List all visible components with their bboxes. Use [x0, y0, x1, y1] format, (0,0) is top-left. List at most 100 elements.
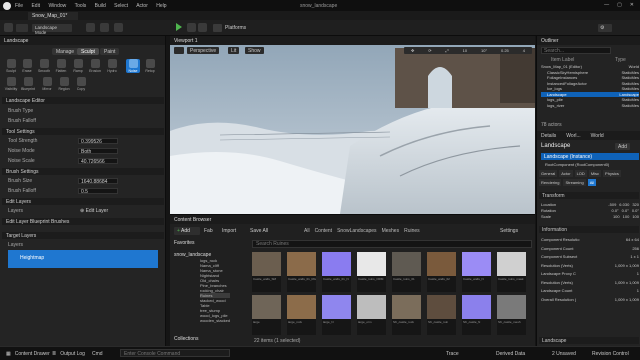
asset-tile[interactable]: large_orm	[357, 295, 386, 335]
root-component-row[interactable]: RootComponent (RootComponent0)	[545, 162, 609, 167]
filter-streaming[interactable]: Streaming	[563, 179, 586, 186]
rotate-icon[interactable]: ⟳	[428, 48, 431, 53]
tool-flatten[interactable]: Flatten	[54, 59, 68, 73]
angle-snap-value[interactable]: 10°	[481, 48, 487, 53]
settings-button[interactable]: ⚙	[598, 24, 612, 32]
lit-button[interactable]: Lit	[228, 47, 240, 54]
revision-control-button[interactable]: Revision Control	[592, 351, 629, 357]
minimize-icon[interactable]: —	[604, 2, 609, 8]
import-button[interactable]: Import	[222, 228, 236, 234]
content-settings-button[interactable]: Settings	[500, 228, 518, 234]
snap-icon[interactable]	[86, 23, 95, 32]
derived-data-button[interactable]: Derived Data	[496, 351, 525, 357]
asset-tile[interactable]: Castle_walls_N	[462, 252, 491, 292]
grid-snap-value[interactable]: 10	[463, 48, 467, 53]
asset-tile[interactable]: Castle_walls_01_RGH	[287, 252, 316, 292]
filter-misc[interactable]: Misc	[588, 170, 602, 177]
breadcrumb-content[interactable]: Content	[315, 228, 333, 234]
camera-speed-value[interactable]: 4	[523, 48, 525, 53]
cinematics-icon[interactable]	[114, 23, 123, 32]
col-item-label[interactable]: Item Label	[551, 57, 574, 63]
menu-help[interactable]: Help	[156, 3, 166, 9]
noise-scale-field[interactable]: 40.726566	[78, 158, 118, 165]
filter-all[interactable]: All	[587, 179, 597, 186]
viewport-options-icon[interactable]	[174, 47, 184, 54]
tool-erase[interactable]: Erase	[20, 59, 34, 73]
platforms-icon[interactable]	[213, 24, 222, 32]
tool-hydro[interactable]: Hydro	[105, 59, 119, 73]
asset-tile[interactable]: SK_castle_mesh	[497, 295, 526, 335]
viewport[interactable]	[170, 36, 535, 214]
asset-tile[interactable]: SK_castle_N	[462, 295, 491, 335]
asset-tile[interactable]: large_rock	[287, 295, 316, 335]
breadcrumb-all[interactable]: All	[304, 228, 310, 234]
filter-physics[interactable]: Physics	[603, 170, 621, 177]
asset-tile[interactable]: SK_castle_rock	[392, 295, 421, 335]
add-edit-layer-button[interactable]: ⊕ Edit Layer	[80, 208, 108, 214]
menu-tools[interactable]: Tools	[75, 3, 87, 9]
unsaved-button[interactable]: 2 Unsaved	[552, 351, 576, 357]
asset-tile[interactable]: SK_castle_ruin	[427, 295, 456, 335]
section-edit-layers[interactable]: Edit Layers	[2, 198, 164, 205]
breadcrumb-ruines[interactable]: Ruines	[404, 228, 420, 234]
tool-mirror[interactable]: Mirror	[40, 77, 54, 91]
maximize-icon[interactable]: ▢	[617, 2, 622, 8]
trace-button[interactable]: Trace	[446, 351, 459, 357]
menu-edit[interactable]: Edit	[31, 3, 40, 9]
landscape-section[interactable]: Landscape	[539, 337, 639, 344]
tool-strength-field[interactable]: 0.399526	[78, 138, 118, 145]
asset-tile[interactable]: Castle_walls_SM	[252, 252, 281, 292]
noise-mode-dropdown[interactable]: Both	[78, 148, 118, 155]
skip-icon[interactable]	[187, 23, 196, 32]
filter-lod[interactable]: LOD	[574, 170, 587, 177]
mode-dropdown[interactable]: Landscape Mode	[32, 24, 72, 35]
tool-blueprint[interactable]: Blueprint	[21, 77, 35, 91]
perspective-button[interactable]: Perspective	[187, 47, 220, 54]
menu-select[interactable]: Select	[114, 3, 128, 9]
asset-search-input[interactable]: Search Ruines	[252, 240, 532, 248]
col-type[interactable]: Type	[615, 57, 626, 63]
asset-tile[interactable]: Castle_ruins_01	[392, 252, 421, 292]
content-drawer-button[interactable]: ▦ Content Drawer	[6, 351, 50, 357]
section-target-layers[interactable]: Target Layers	[2, 232, 164, 239]
add-button[interactable]: + Add	[174, 227, 200, 235]
blueprint-icon[interactable]	[100, 23, 109, 32]
filter-general[interactable]: General	[539, 170, 558, 177]
asset-tile[interactable]: large_N	[322, 295, 351, 335]
favorites-header[interactable]: Favorites	[174, 240, 195, 246]
asset-tile[interactable]: Castle_ruins_mask	[497, 252, 526, 292]
filter-actor[interactable]: Actor	[559, 170, 573, 177]
tool-region[interactable]: Region	[57, 77, 71, 91]
section-tool-settings[interactable]: Tool Settings	[2, 128, 164, 135]
tab-snow-map[interactable]: Snow_Map_01*	[28, 12, 78, 20]
menu-build[interactable]: Build	[95, 3, 106, 9]
tool-sculpt[interactable]: Sculpt	[4, 59, 18, 73]
world-tab[interactable]: Worl...	[566, 133, 580, 139]
folder-item[interactable]: wooden_stacked	[200, 318, 230, 323]
scale-icon[interactable]: ⤢	[446, 48, 449, 53]
play-options-icon[interactable]	[198, 23, 207, 32]
tool-ramp[interactable]: Ramp	[71, 59, 85, 73]
play-icon[interactable]	[176, 23, 182, 31]
section-brush-settings[interactable]: Brush Settings	[2, 168, 164, 175]
console-input[interactable]: Enter Console Command	[120, 349, 230, 357]
menu-actor[interactable]: Actor	[136, 3, 148, 9]
collections-header[interactable]: Collections	[174, 336, 198, 342]
landscape-instance-row[interactable]: Landscape (Instance)	[541, 153, 639, 160]
transform-section[interactable]: Transform	[539, 192, 639, 199]
world-tab-2[interactable]: World	[591, 133, 604, 139]
brush-size-field[interactable]: 1640.88684	[78, 178, 118, 185]
outliner-row[interactable]: logs_river StaticMes	[541, 103, 639, 109]
section-blueprint-brushes[interactable]: Edit Layer Blueprint Brushes	[2, 218, 164, 225]
platforms-button[interactable]: Platforms	[225, 25, 246, 31]
heightmap-layer[interactable]: Heightmap	[8, 250, 158, 268]
output-log-button[interactable]: ≣ Output Log	[52, 351, 85, 357]
filter-rendering[interactable]: Rendering	[539, 179, 562, 186]
asset-tile[interactable]: Castle_walls_01_N	[322, 252, 351, 292]
unreal-logo-icon[interactable]	[3, 1, 11, 10]
brush-falloff-field[interactable]: 0.5	[78, 188, 118, 195]
breadcrumb-snowlandscapes[interactable]: SnowLandscapes	[337, 228, 376, 234]
tab-sculpt[interactable]: Sculpt	[77, 48, 99, 55]
scale-snap-value[interactable]: 0.25	[501, 48, 509, 53]
save-icon[interactable]	[4, 23, 13, 32]
